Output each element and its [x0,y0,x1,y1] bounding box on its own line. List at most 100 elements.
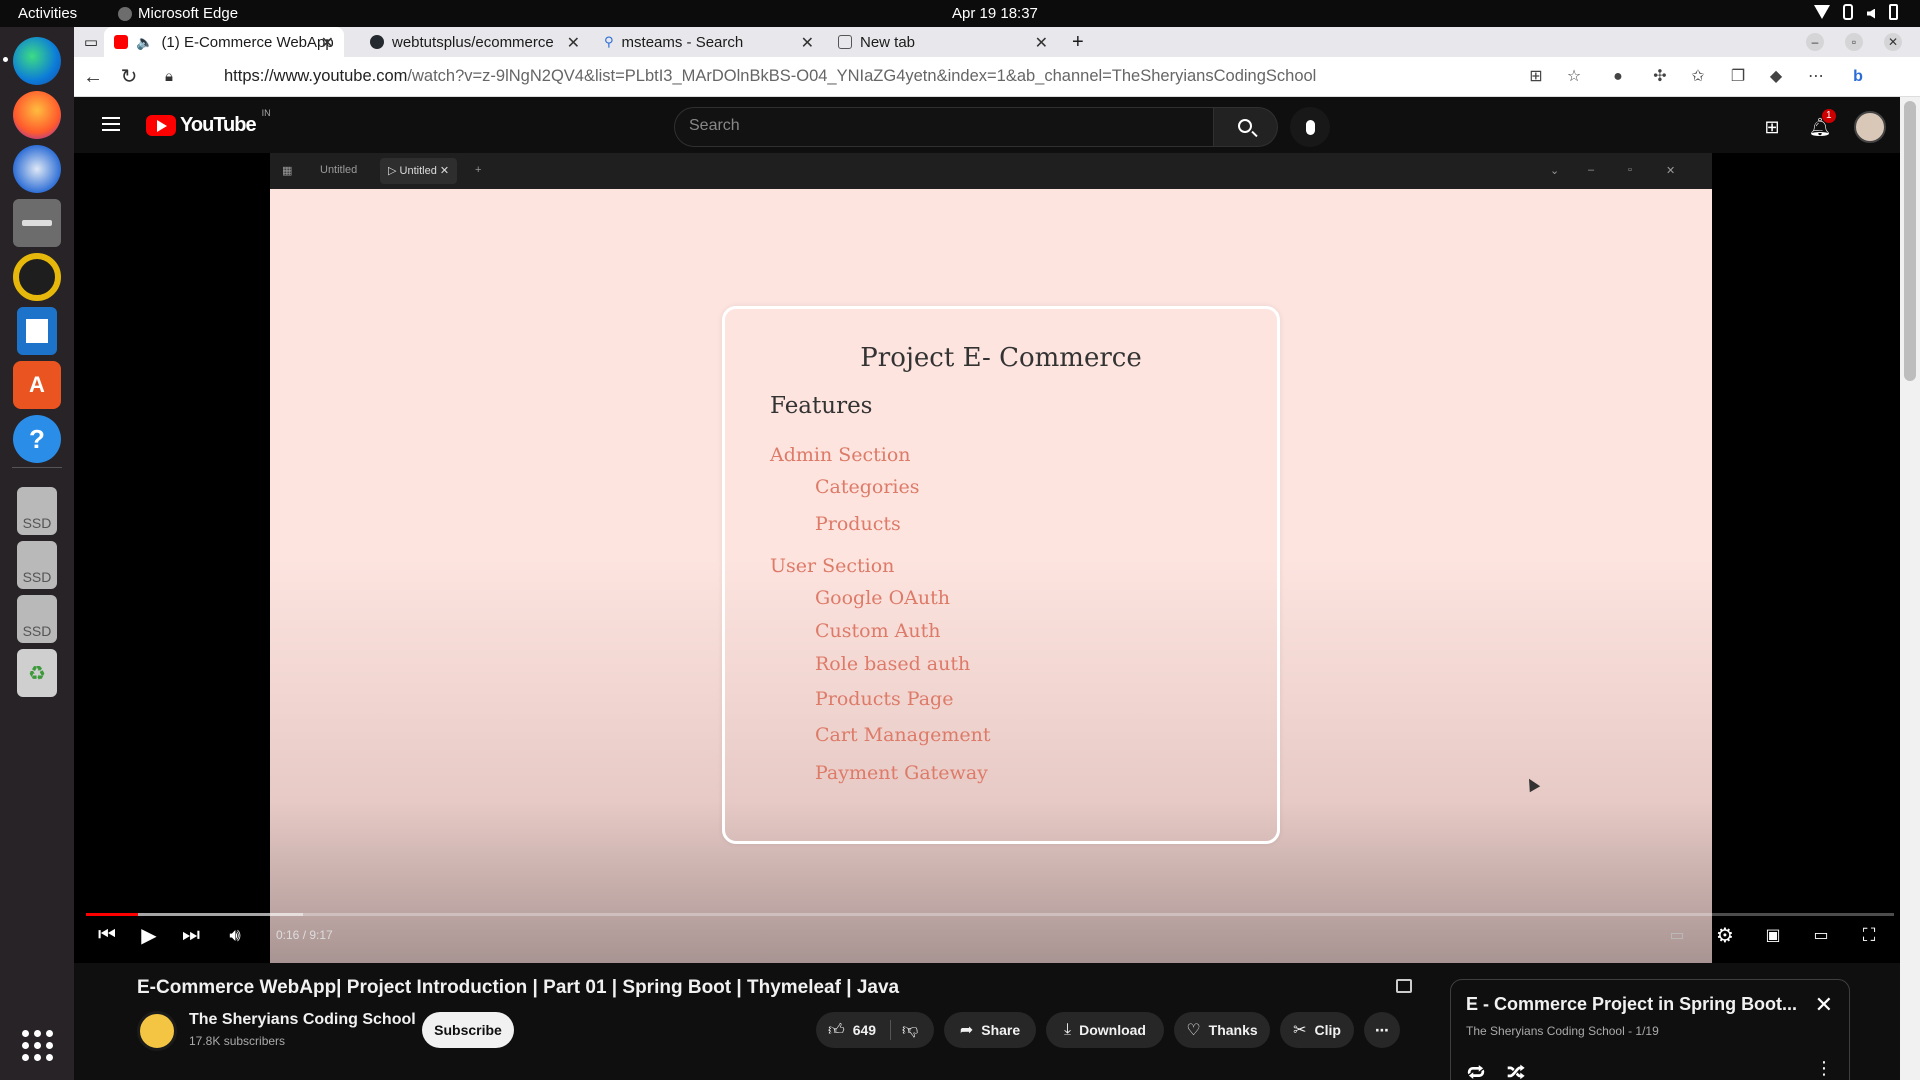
tab-msteams-search[interactable]: ⚲ msteams - Search ✕ [594,27,824,57]
profile-extension-icon[interactable]: ◆ [1766,67,1786,87]
close-tab-icon[interactable]: ✕ [1035,33,1048,53]
show-apps-icon[interactable] [13,1021,61,1069]
thumbs-up-icon: 👍︎ [828,1021,845,1039]
bing-copilot-icon[interactable]: b [1848,67,1868,87]
ssd-drive-icon[interactable]: SSD [17,595,57,643]
miniplayer-icon[interactable]: ▣ [1760,923,1786,947]
channel-avatar[interactable] [137,1011,177,1051]
thanks-button[interactable]: ♡ Thanks [1174,1012,1270,1048]
maximize-icon[interactable]: ▫ [1845,33,1863,51]
ssd-drive-icon[interactable]: SSD [17,541,57,589]
close-tab-icon[interactable]: ✕ [321,33,334,53]
search-favicon-icon: ⚲ [604,34,614,49]
url-field[interactable]: https://www.youtube.com/watch?v=z-9lNgN2… [224,67,1316,86]
share-label: Share [981,1022,1021,1038]
search-button[interactable] [1214,107,1278,147]
more-actions-button[interactable]: ⋯ [1364,1012,1400,1048]
trash-icon[interactable]: ♻ [17,649,57,697]
volume-icon[interactable]: 🔊︎ [222,923,248,947]
clip-button[interactable]: ✂ Clip [1280,1012,1354,1048]
playlist-title[interactable]: E - Commerce Project in Spring Boot... [1466,994,1797,1015]
youtube-logo[interactable]: YouTube IN [146,108,271,137]
github-favicon-icon [370,35,384,49]
extensions-puzzle-icon[interactable]: ✣ [1650,67,1670,87]
close-window-icon[interactable]: ✕ [1884,33,1902,51]
close-playlist-icon[interactable]: ✕ [1815,992,1833,1018]
thumbs-down-icon[interactable]: 👎︎ [902,1021,918,1040]
subtitles-icon[interactable]: ▭ [1664,923,1690,947]
user-item: Products Page [815,688,954,710]
help-icon[interactable]: ? [13,415,61,463]
video-frame[interactable]: ▦ Untitled ▷ Untitled ✕ + ⌄ – ▫ ✕ Projec… [270,153,1712,963]
download-icon: ⤓ [1064,1021,1072,1038]
shuffle-icon[interactable]: 🔀︎ [1507,1058,1525,1080]
minimize-icon[interactable]: – [1806,33,1824,51]
fullscreen-icon[interactable]: ⛶ [1856,923,1882,947]
search-input[interactable]: Search [674,107,1214,147]
save-to-playlist-icon[interactable] [1396,979,1412,993]
lock-icon[interactable]: 🔒︎ [158,66,180,88]
tab-actions-icon[interactable]: ▭ [80,27,102,57]
close-tab-icon[interactable]: ✕ [567,33,580,53]
time-display: 0:16 / 9:17 [276,928,333,942]
hamburger-menu-icon[interactable] [102,117,120,131]
theater-mode-icon[interactable]: ▭ [1808,923,1834,947]
tab-github[interactable]: webtutsplus/ecommerce ✕ [360,27,590,57]
battery-icon [1889,4,1898,20]
collections-icon[interactable]: ❐ [1728,67,1748,87]
scrollbar-thumb[interactable] [1904,101,1916,381]
youtube-favicon-icon [114,35,128,49]
libreoffice-writer-icon[interactable] [17,307,57,355]
app-menu[interactable]: Microsoft Edge [118,5,238,22]
edge-browser-icon[interactable] [3,37,61,85]
tab-new-tab[interactable]: New tab ✕ [828,27,1058,57]
drive-label: SSD [22,569,52,585]
like-button[interactable]: 👍︎ 649 👎︎ [816,1012,934,1048]
favorite-add-icon[interactable]: ☆ [1564,67,1584,87]
play-icon[interactable]: ▶ [136,923,162,947]
account-button[interactable] [1850,107,1890,147]
reload-icon[interactable]: ↻ [118,66,140,88]
activities-button[interactable]: Activities [18,5,77,22]
more-menu-icon[interactable]: ⋯ [1806,67,1826,87]
close-tab-icon[interactable]: ✕ [801,33,814,53]
recorded-close-icon: ✕ [1666,165,1676,177]
rhythmbox-icon[interactable] [13,253,61,301]
video-player[interactable]: ▦ Untitled ▷ Untitled ✕ + ⌄ – ▫ ✕ Projec… [74,153,1900,963]
settings-gear-icon[interactable]: ⚙ [1712,923,1738,947]
app-center-icon[interactable]: A [13,361,61,409]
files-icon[interactable] [13,199,61,247]
thunderbird-icon[interactable] [13,145,61,193]
playlist-more-icon[interactable]: ⋮ [1815,1058,1833,1079]
progress-bar[interactable] [86,913,1894,916]
channel-name[interactable]: The Sheryians Coding School [189,1011,416,1029]
user-item: Cart Management [815,724,991,746]
download-button[interactable]: ⤓ Download [1046,1012,1164,1048]
voice-search-button[interactable] [1290,107,1330,147]
speaker-icon[interactable]: 🔈 [136,34,153,51]
create-video-button[interactable]: ⊞ [1752,107,1792,147]
clock[interactable]: Apr 19 18:37 [952,5,1038,22]
dock-separator [12,467,62,468]
app-available-icon[interactable]: ⊞ [1526,67,1546,87]
tab-youtube[interactable]: 🔈 (1) E-Commerce WebApp ✕ [104,27,344,57]
loop-playlist-icon[interactable]: 🔁︎ [1467,1058,1485,1080]
previous-icon[interactable]: ⏮ [94,923,120,947]
next-icon[interactable]: ⏭ [178,923,204,947]
recorded-tab-active: ▷ Untitled ✕ [380,158,458,184]
country-code: IN [261,108,271,118]
new-tab-button[interactable]: + [1062,27,1094,57]
share-button[interactable]: ➦ Share [944,1012,1036,1048]
subscribe-button[interactable]: Subscribe [422,1012,514,1048]
bluetooth-icon [1843,4,1853,20]
favorites-icon[interactable]: ✩ [1688,67,1708,87]
firefox-icon[interactable] [13,91,61,139]
tab-title: (1) E-Commerce WebApp [161,33,334,51]
recorded-app-tabbar: ▦ Untitled ▷ Untitled ✕ + ⌄ – ▫ ✕ [270,153,1712,189]
back-icon[interactable]: ← [82,66,104,88]
system-tray[interactable] [1814,4,1898,20]
page-scrollbar[interactable] [1900,97,1920,1080]
ssd-drive-icon[interactable]: SSD [17,487,57,535]
notifications-button[interactable]: 🔔︎ 1 [1800,107,1840,147]
extension-icon[interactable]: ● [1608,67,1628,87]
